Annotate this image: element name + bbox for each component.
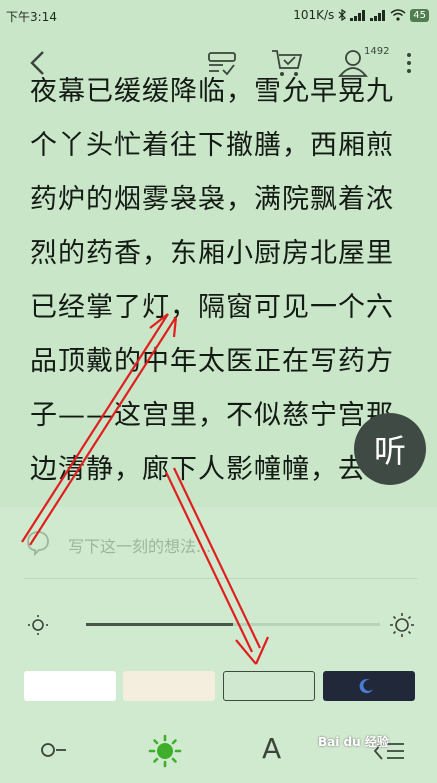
bluetooth-icon (338, 9, 347, 21)
wifi-icon (390, 9, 406, 21)
listen-button[interactable]: 听 (354, 413, 426, 485)
network-speed: 101K/s (293, 8, 335, 22)
brightness-high-icon (390, 613, 414, 637)
brightness-low-icon (28, 615, 48, 635)
font-tab-icon[interactable]: A (262, 732, 281, 765)
theme-cream-swatch[interactable] (123, 671, 215, 701)
text-line: 品顶戴的中年太医正在写药方 (30, 346, 394, 377)
watermark: Bai du 经验 (318, 735, 389, 749)
signal-icon (350, 9, 366, 21)
status-time: 下午3:14 (6, 10, 57, 24)
brightness-slider[interactable] (86, 623, 380, 626)
back-arrow-icon[interactable] (28, 50, 46, 76)
status-bar: 下午3:14 101K/s 45 (0, 0, 437, 30)
display-tab-icon[interactable] (148, 734, 182, 768)
status-icons: 101K/s 45 (293, 8, 429, 22)
signal-icon-2 (370, 9, 386, 21)
theme-night-swatch[interactable] (323, 671, 415, 701)
text-line: 已经掌了灯，隔窗可见一个六 (30, 292, 394, 323)
brightness-tab-icon[interactable] (38, 740, 70, 760)
moon-icon (359, 679, 373, 694)
text-line: 个丫头忙着往下撤膳，西厢煎 (30, 130, 394, 161)
text-line: 夜幕已缓缓降临，雪允早晃九 (30, 77, 394, 107)
divider (24, 578, 417, 579)
brightness-slider-fill (86, 623, 233, 626)
more-icon[interactable] (406, 52, 412, 74)
battery-indicator: 45 (410, 8, 429, 22)
thought-bubble-icon (27, 531, 49, 556)
theme-white-swatch[interactable] (24, 671, 116, 701)
theme-green-swatch[interactable] (223, 671, 315, 701)
catalog-icon[interactable] (207, 50, 237, 76)
thought-placeholder: 写下这一刻的想法... (68, 537, 212, 556)
user-count: 1492 (364, 46, 390, 57)
shopping-cart-icon[interactable] (271, 48, 303, 78)
bottom-nav: A (0, 720, 437, 783)
thought-input[interactable]: 写下这一刻的想法... (0, 510, 437, 580)
text-line: 药炉的烟雾袅袅，满院飘着浓 (30, 184, 394, 215)
text-line: 烈的药香，东厢小厨房北屋里 (30, 238, 394, 269)
